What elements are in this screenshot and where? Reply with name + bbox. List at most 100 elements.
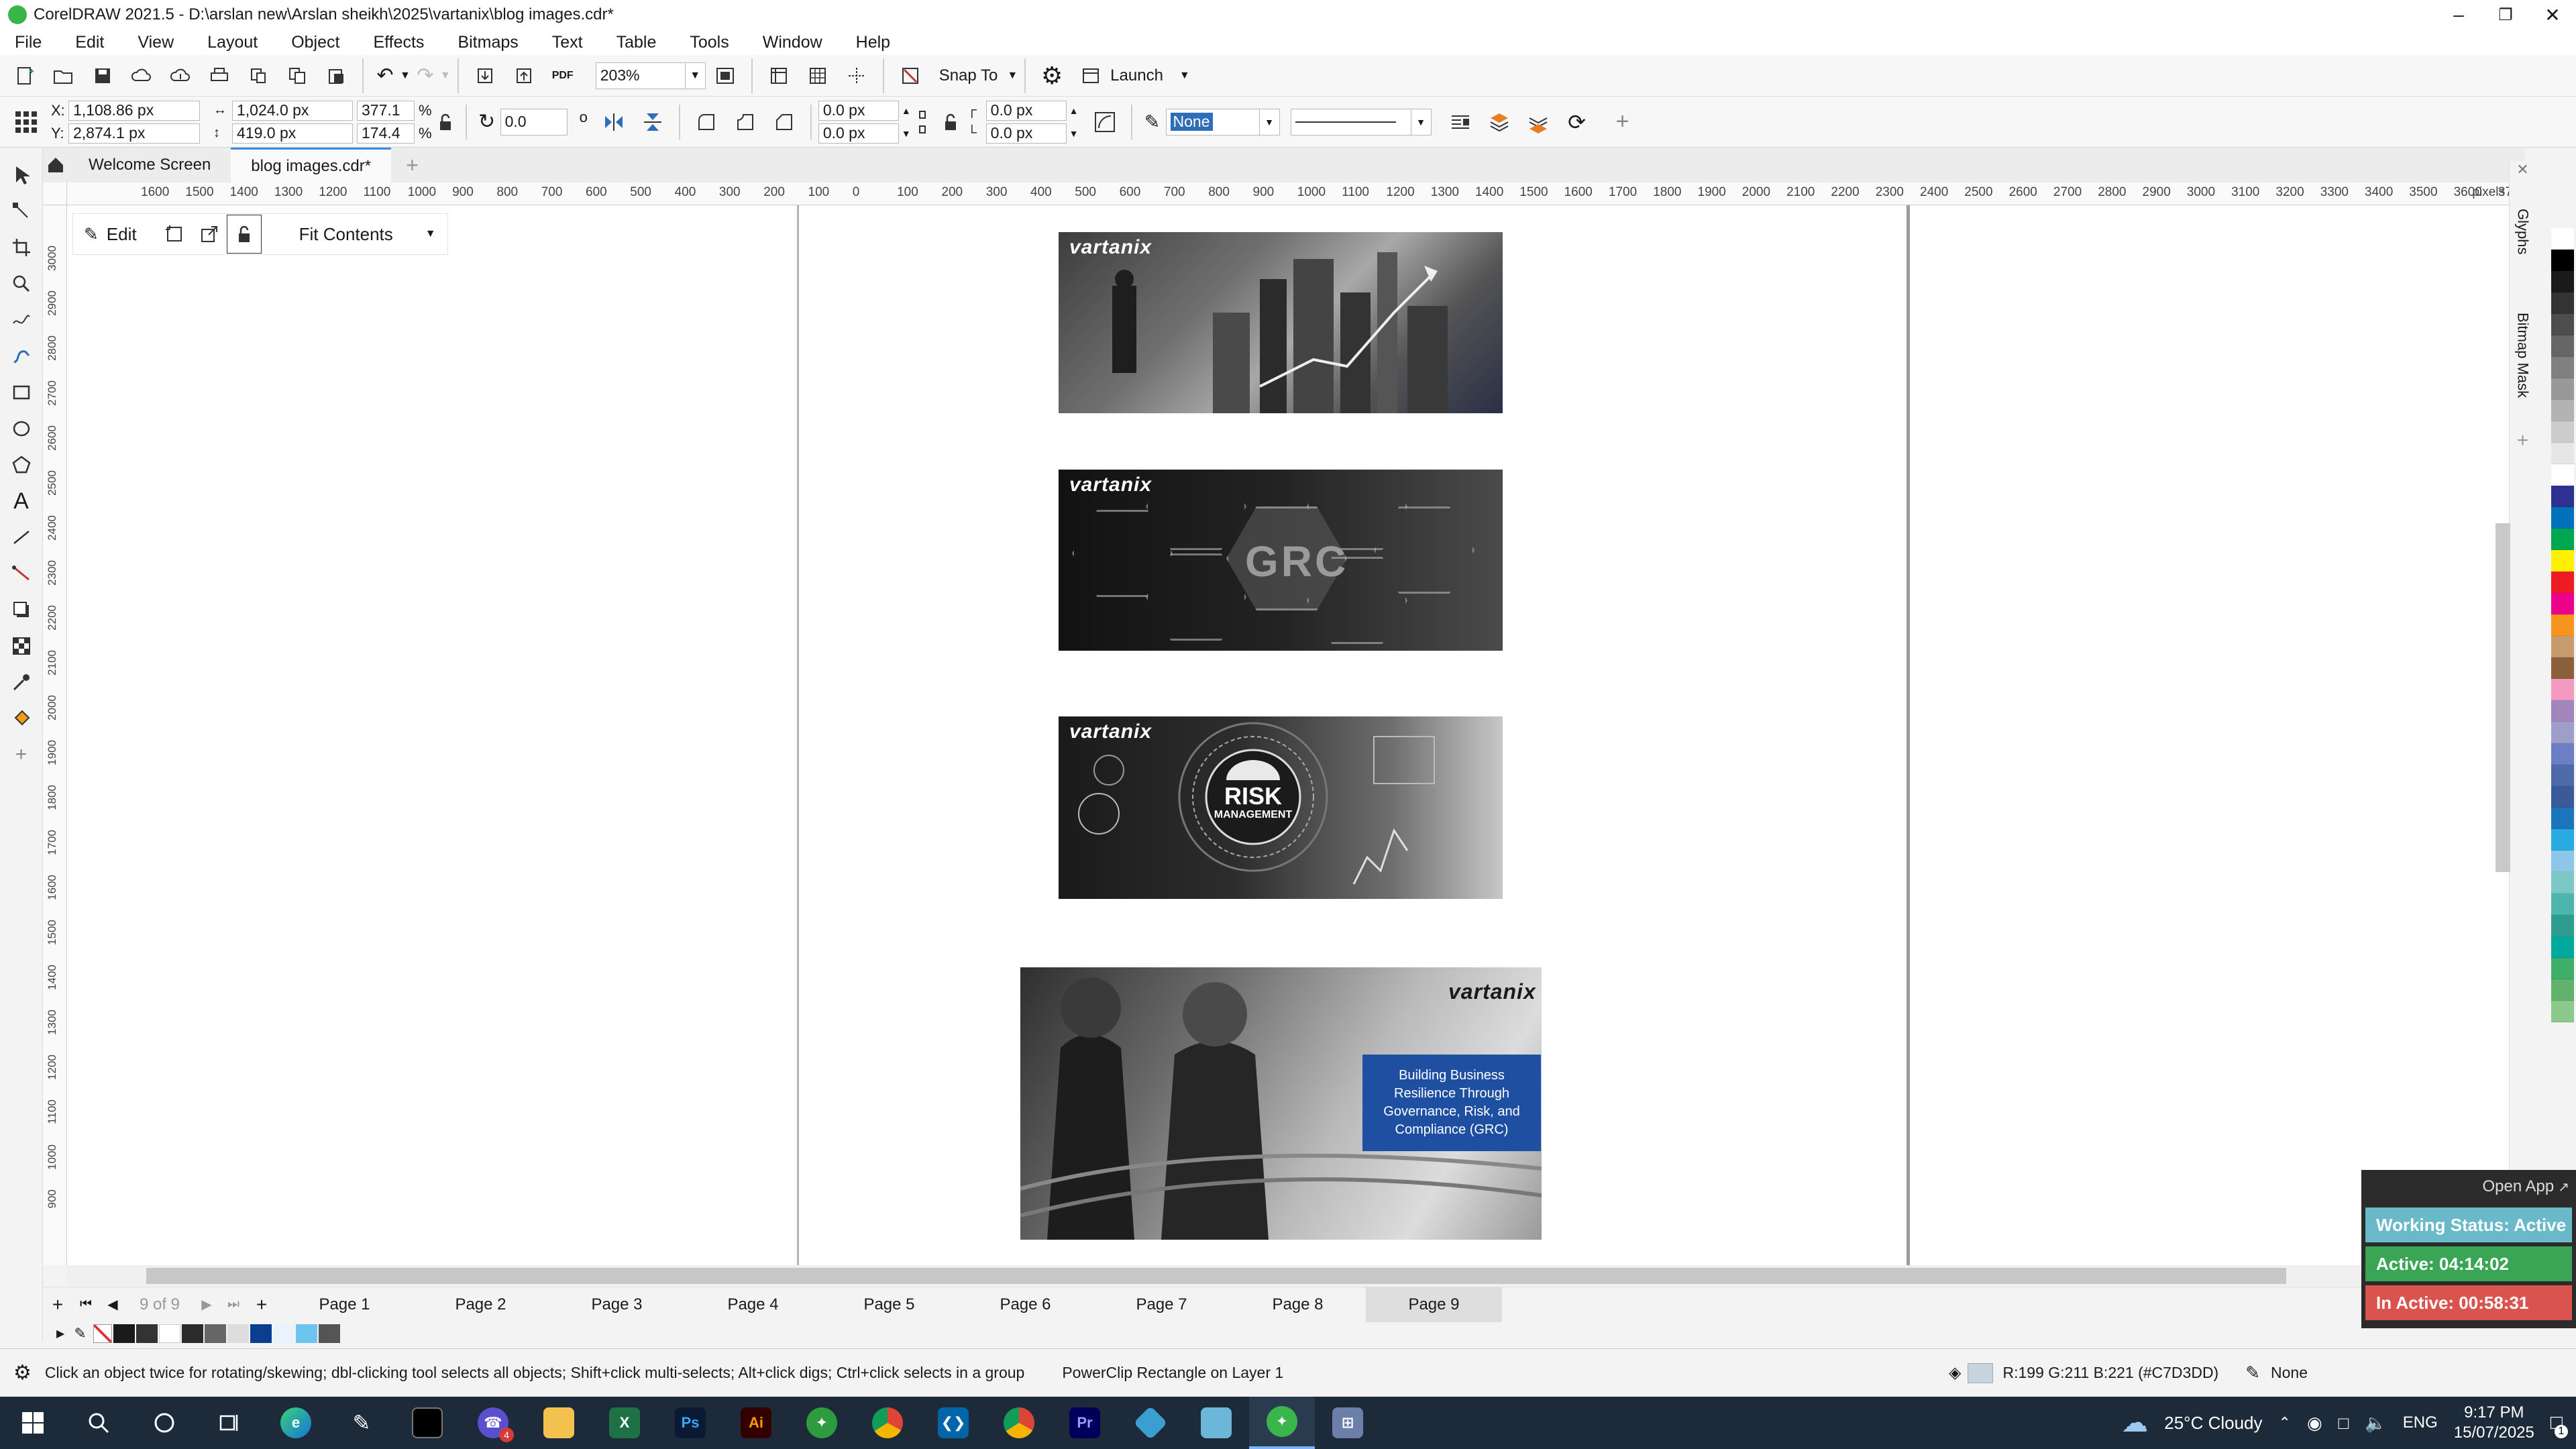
show-grid-icon[interactable] <box>798 56 837 95</box>
convert-curves-icon[interactable]: ⟳ <box>1558 103 1597 142</box>
fit-contents-dropdown-icon[interactable]: ▼ <box>425 228 436 240</box>
y-position-field[interactable]: 2,874.1 px <box>68 123 200 144</box>
artistic-media-tool-icon[interactable] <box>0 338 42 374</box>
swatch-slate[interactable] <box>318 1324 340 1343</box>
menu-view[interactable]: View <box>138 33 174 52</box>
palette-swatch[interactable] <box>2551 593 2574 614</box>
app-diamond-icon[interactable] <box>1118 1397 1183 1449</box>
to-front-icon[interactable] <box>1480 103 1519 142</box>
palette-swatch[interactable] <box>2551 743 2574 765</box>
blog-image-risk-management[interactable]: RISK MANAGEMENT vartanix <box>1059 716 1503 899</box>
mirror-horizontal-icon[interactable] <box>594 103 633 142</box>
page-tab-9[interactable]: Page 9 <box>1366 1287 1502 1322</box>
volume-icon[interactable]: 🔈 <box>2365 1413 2386 1434</box>
polygon-tool-icon[interactable] <box>0 447 42 483</box>
palette-swatch[interactable] <box>2551 400 2574 421</box>
wrap-text-icon[interactable] <box>1441 103 1480 142</box>
corel-photo-icon[interactable] <box>1183 1397 1249 1449</box>
blog-image-business-city[interactable]: vartanix <box>1059 232 1503 413</box>
add-property-icon[interactable]: + <box>1603 103 1642 142</box>
palette-swatch[interactable] <box>2551 657 2574 679</box>
weather-cloud-icon[interactable]: ☁ <box>2121 1407 2148 1438</box>
coreldraw-active-icon[interactable]: ✦ <box>1249 1397 1315 1449</box>
chamfered-corner-icon[interactable] <box>765 103 804 142</box>
cortana-icon[interactable] <box>131 1397 197 1449</box>
menu-edit[interactable]: Edit <box>75 33 104 52</box>
palette-swatch[interactable] <box>2551 443 2574 464</box>
line-style-field[interactable] <box>1290 108 1411 136</box>
palette-swatch[interactable] <box>2551 357 2574 378</box>
search-icon[interactable] <box>66 1397 131 1449</box>
chrome-icon[interactable] <box>855 1397 920 1449</box>
meeting-app-icon[interactable]: ☎ 4 <box>460 1397 526 1449</box>
next-page-icon[interactable]: ▶ <box>193 1296 220 1313</box>
tab-welcome-screen[interactable]: Welcome Screen <box>68 148 231 182</box>
redo-icon[interactable]: ↷ <box>411 56 440 95</box>
vertical-scrollbar-thumb[interactable] <box>2496 523 2510 872</box>
outline-width-field[interactable]: None <box>1165 108 1260 136</box>
object-origin-icon[interactable] <box>7 103 46 142</box>
palette-swatch[interactable] <box>2551 529 2574 550</box>
ruler-corner[interactable] <box>43 182 67 205</box>
print-icon[interactable] <box>200 56 239 95</box>
redo-dropdown-icon[interactable]: ▼ <box>440 70 451 82</box>
spinner-icon[interactable]: ▲ <box>902 105 911 116</box>
parallel-dimension-tool-icon[interactable] <box>0 519 42 555</box>
page-tab-4[interactable]: Page 4 <box>685 1287 821 1322</box>
lock-contents-icon[interactable] <box>226 215 262 254</box>
illustrator-icon[interactable]: Ai <box>723 1397 789 1449</box>
camera-icon[interactable]: ◉ <box>2307 1413 2322 1434</box>
palette-swatch[interactable] <box>2551 614 2574 636</box>
first-page-icon[interactable]: ⏮ <box>72 1297 99 1312</box>
x-position-field[interactable]: 1,108.86 px <box>68 100 200 121</box>
previous-page-icon[interactable]: ◀ <box>99 1296 126 1313</box>
palette-swatch[interactable] <box>2551 572 2574 593</box>
open-app-external-icon[interactable]: ↗ <box>2558 1179 2569 1195</box>
palette-swatch[interactable] <box>2551 464 2574 486</box>
import-icon[interactable] <box>466 56 504 95</box>
corner-link-icon[interactable] <box>911 103 941 142</box>
palette-swatch[interactable] <box>2551 550 2574 572</box>
swatch-light-gray[interactable] <box>227 1324 249 1343</box>
palette-swatch[interactable] <box>2551 271 2574 292</box>
cloud-save-icon[interactable] <box>161 56 200 95</box>
zoom-tool-icon[interactable] <box>0 266 42 302</box>
transparency-tool-icon[interactable] <box>0 628 42 664</box>
copy-icon[interactable] <box>278 56 317 95</box>
notifications-icon[interactable]: □ 1 <box>2551 1411 2568 1438</box>
width-field[interactable]: 1,024.0 px <box>232 100 353 121</box>
clock-date[interactable]: 15/07/2025 <box>2454 1423 2534 1443</box>
horizontal-ruler[interactable]: 1600 1500 1400 1300 1200 1100 1000 900 800 700 600… <box>67 182 2509 205</box>
palette-swatch[interactable] <box>2551 700 2574 722</box>
undo-icon[interactable]: ↶ <box>370 56 400 95</box>
scale-width-field[interactable]: 377.1 <box>357 100 415 121</box>
palette-swatch[interactable] <box>2551 679 2574 700</box>
menu-help[interactable]: Help <box>856 33 890 52</box>
palette-swatch[interactable] <box>2551 335 2574 357</box>
swatch-sky-blue[interactable] <box>295 1324 317 1343</box>
palette-swatch[interactable] <box>2551 292 2574 314</box>
snap-to-button[interactable]: Snap To <box>939 66 998 85</box>
snap-to-dropdown-icon[interactable]: ▼ <box>1007 70 1018 82</box>
start-button[interactable] <box>0 1397 66 1449</box>
palette-swatch[interactable] <box>2551 314 2574 335</box>
swatch-black[interactable] <box>113 1324 135 1343</box>
export-icon[interactable] <box>504 56 543 95</box>
swatch-charcoal[interactable] <box>181 1324 203 1343</box>
new-document-icon[interactable] <box>5 56 44 95</box>
swatch-white[interactable] <box>158 1324 180 1343</box>
spinner-icon[interactable]: ▼ <box>1069 128 1079 139</box>
palette-swatch[interactable] <box>2551 722 2574 743</box>
open-app-link[interactable]: Open App <box>2482 1177 2554 1196</box>
palette-swatch[interactable] <box>2551 507 2574 529</box>
palette-swatch[interactable] <box>2551 1001 2574 1022</box>
premiere-icon[interactable]: Pr <box>1052 1397 1118 1449</box>
corner-radius-top-field[interactable]: 0.0 px <box>818 100 899 121</box>
app-tool-icon[interactable]: ✎ <box>329 1397 394 1449</box>
text-tool-icon[interactable]: A <box>0 483 42 519</box>
lock-ratio-icon[interactable] <box>432 103 459 142</box>
palette-swatch[interactable] <box>2551 958 2574 979</box>
ellipse-tool-icon[interactable] <box>0 411 42 447</box>
clock-time[interactable]: 9:17 PM <box>2464 1403 2524 1423</box>
shape-tool-icon[interactable] <box>0 193 42 229</box>
